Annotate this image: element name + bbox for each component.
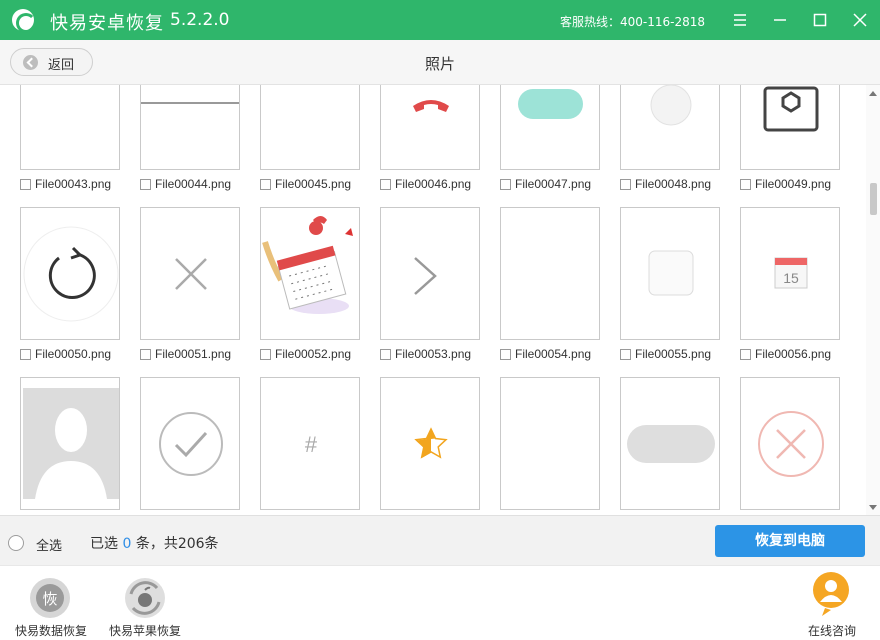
thumbnail-file00050[interactable] [20, 207, 120, 340]
file-caption: File00043.png [20, 176, 111, 192]
file-caption: File00048.png [620, 176, 711, 192]
calendar-icon: 15 [774, 257, 808, 289]
thumbnail-avatar-placeholder[interactable] [20, 377, 120, 510]
toolbox-icon [763, 86, 819, 132]
thumbnail-file00055[interactable] [620, 207, 720, 340]
apple-recovery-label[interactable]: 快易苹果恢复 [109, 622, 181, 639]
thumbnail-grid: File00043.png File00044.png File00045.pn… [0, 85, 880, 515]
thumbnail-file00044[interactable] [140, 85, 240, 170]
file-checkbox[interactable] [260, 178, 271, 190]
thumbnail-file00048[interactable] [620, 85, 720, 170]
file-checkbox[interactable] [380, 348, 391, 360]
svg-text:15: 15 [783, 270, 799, 286]
file-checkbox[interactable] [620, 348, 631, 360]
file-caption: File00050.png [20, 346, 111, 362]
cancel-circle-icon [758, 411, 824, 477]
thumbnail-file00052[interactable] [260, 207, 360, 340]
thumbnail-file00054[interactable] [500, 207, 600, 340]
svg-text:恢: 恢 [42, 590, 57, 608]
file-checkbox[interactable] [740, 348, 751, 360]
scroll-up-arrow-icon[interactable] [869, 91, 877, 96]
thumbnail-hash[interactable]: # [260, 377, 360, 510]
title-bar: 快易安卓恢复 5.2.2.0 客服热线：400-116-2818 [0, 0, 880, 40]
scroll-thumb[interactable] [870, 183, 877, 215]
select-all-radio[interactable] [8, 535, 24, 551]
minimize-icon[interactable] [768, 8, 792, 32]
app-logo-icon [12, 9, 36, 33]
file-caption: File00055.png [620, 346, 711, 362]
file-caption: File00054.png [500, 346, 591, 362]
thumbnail-cancel-circle[interactable] [740, 377, 840, 510]
check-circle-icon [159, 412, 223, 476]
hotline-text: 客服热线：400-116-2818 [560, 15, 706, 29]
file-caption: File00051.png [140, 346, 231, 362]
thumbnail-grey-pill[interactable] [620, 377, 720, 510]
file-checkbox[interactable] [500, 178, 511, 190]
consult-icon[interactable] [811, 572, 851, 616]
thumbnail-file00043[interactable] [20, 85, 120, 170]
rounded-square-shape [648, 250, 694, 296]
menu-icon[interactable] [728, 8, 752, 32]
page-title: 照片 [424, 55, 455, 73]
file-caption: File00047.png [500, 176, 591, 192]
hangup-phone-icon [413, 100, 449, 112]
file-checkbox[interactable] [500, 348, 511, 360]
file-checkbox[interactable] [20, 178, 31, 190]
app-title: 快易安卓恢复 [50, 13, 164, 34]
data-recovery-icon[interactable]: 恢 [28, 576, 72, 620]
file-caption: File00049.png [740, 176, 831, 192]
chevron-right-icon [414, 257, 437, 295]
thumbnail-file00056[interactable]: 15 [740, 207, 840, 340]
thumbnail-blank[interactable] [500, 377, 600, 510]
sub-header: 返回 照片 [0, 40, 880, 85]
file-checkbox[interactable] [20, 348, 31, 360]
file-checkbox[interactable] [260, 348, 271, 360]
close-icon[interactable] [848, 8, 872, 32]
scroll-down-arrow-icon[interactable] [869, 505, 877, 510]
online-consult-label[interactable]: 在线咨询 [808, 622, 856, 639]
thumbnail-file00051[interactable] [140, 207, 240, 340]
thumbnail-file00053[interactable] [380, 207, 480, 340]
file-checkbox[interactable] [380, 178, 391, 190]
hash-symbol: # [305, 432, 318, 457]
file-caption: File00052.png [260, 346, 351, 362]
restore-to-pc-button[interactable]: 恢复到电脑 [715, 525, 865, 557]
file-caption: File00053.png [380, 346, 471, 362]
thumbnail-file00047[interactable] [500, 85, 600, 170]
calendar-illustration [262, 216, 353, 314]
avatar-silhouette-icon [23, 388, 119, 499]
refresh-icon [23, 226, 119, 322]
select-all-label[interactable]: 全选 [36, 535, 62, 554]
file-checkbox[interactable] [140, 178, 151, 190]
selected-count: 0 [122, 536, 132, 552]
vertical-scrollbar[interactable] [866, 85, 880, 515]
file-caption: File00046.png [380, 176, 471, 192]
file-checkbox[interactable] [620, 178, 631, 190]
thumbnail-star[interactable] [380, 377, 480, 510]
file-checkbox[interactable] [140, 348, 151, 360]
file-caption: File00056.png [740, 346, 831, 362]
cross-icon [175, 258, 207, 290]
selection-status: 已选 0 条，共206条 [90, 536, 219, 552]
thumbnail-file00046[interactable] [380, 85, 480, 170]
file-caption: File00045.png [260, 176, 351, 192]
star-icon [414, 427, 448, 459]
thumbnail-file00049[interactable] [740, 85, 840, 170]
maximize-icon[interactable] [808, 8, 832, 32]
selection-bar: 全选 已选 0 条，共206条 恢复到电脑 [0, 515, 880, 565]
mint-pill-shape [518, 89, 583, 119]
grey-pill-shape [627, 425, 715, 463]
grey-circle-shape [650, 85, 692, 126]
thumbnail-check-circle[interactable] [140, 377, 240, 510]
app-version: 5.2.2.0 [170, 10, 230, 30]
file-caption: File00044.png [140, 176, 231, 192]
data-recovery-label[interactable]: 快易数据恢复 [15, 622, 87, 639]
file-checkbox[interactable] [740, 178, 751, 190]
thumbnail-file00045[interactable] [260, 85, 360, 170]
apple-recovery-icon[interactable] [123, 576, 167, 620]
footer-bar: 恢 快易数据恢复 快易苹果恢复 在线咨询 [0, 565, 880, 640]
